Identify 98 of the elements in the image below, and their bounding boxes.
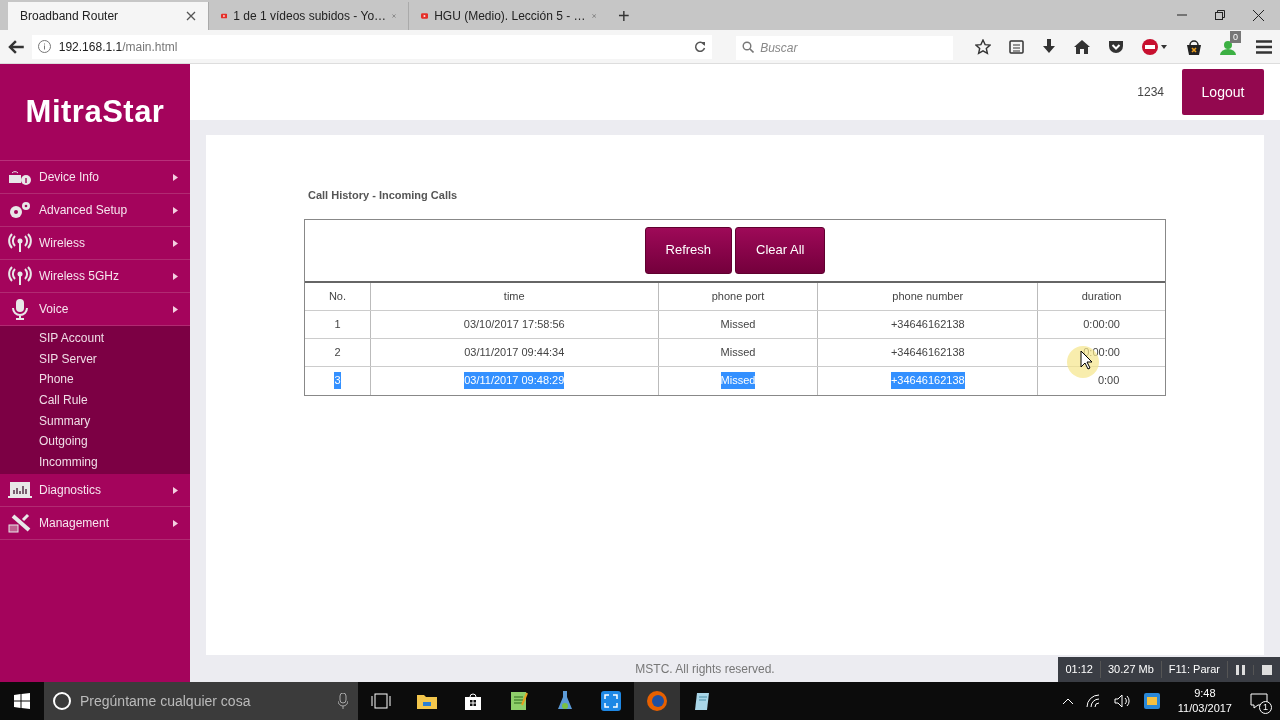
table-cell-text: 03/11/2017 09:44:34 (464, 344, 565, 360)
url-path: /main.html (122, 39, 178, 54)
recorder-hotkey: F11: Parar (1161, 661, 1228, 678)
windows-logo-icon[interactable] (14, 693, 30, 709)
table-cell-text: Missed (720, 316, 756, 332)
table-cell-text: 03/10/2017 17:58:56 (463, 316, 565, 332)
chart-monitor-icon (8, 480, 32, 501)
table-cell: +34646162138 (890, 372, 965, 389)
close-icon[interactable] (186, 11, 196, 21)
arrow-icon (173, 173, 178, 181)
new-tab-button[interactable]: + (608, 2, 640, 30)
tools-icon (8, 513, 32, 534)
clock-date: 11/03/2017 (1177, 701, 1232, 716)
table-cell-text: +34646162138 (890, 344, 965, 360)
search-icon (742, 40, 755, 53)
column-header: phone port (658, 282, 819, 310)
back-arrow-icon[interactable] (8, 39, 24, 54)
notification-badge: 0 (1230, 30, 1241, 43)
wifi-icon[interactable] (1085, 694, 1102, 708)
table-cell: 03/11/2017 09:48:29 (464, 372, 565, 389)
submenu-item[interactable]: Call Rule (0, 389, 190, 411)
reading-list-icon[interactable] (1009, 39, 1024, 54)
video-logo-icon (421, 10, 429, 22)
adblock-icon[interactable] (1142, 38, 1168, 55)
table-cell-text: 2 (334, 344, 341, 360)
folder-icon[interactable] (417, 693, 437, 709)
column-header: time (370, 282, 659, 310)
shopping-bag-icon[interactable] (464, 692, 482, 710)
app-tray-icon[interactable] (1143, 693, 1160, 709)
caret-up-icon[interactable] (1061, 697, 1074, 705)
home-icon[interactable] (1074, 39, 1090, 54)
action-button[interactable]: Clear All (735, 226, 826, 274)
info-icon (37, 40, 51, 53)
bottle-icon[interactable] (557, 691, 573, 711)
task-view-icon[interactable] (371, 693, 391, 709)
url-host: 192.168.1.1 (58, 39, 123, 54)
column-header: No. (305, 282, 371, 310)
restore-icon[interactable] (1215, 10, 1225, 20)
address-field[interactable]: 192.168.1.1/main.html (31, 34, 713, 59)
reload-icon[interactable] (694, 40, 707, 53)
browser-tab[interactable]: Broadband Router (8, 2, 208, 30)
user-icon[interactable] (1220, 38, 1238, 55)
pocket-icon[interactable] (1108, 39, 1124, 54)
arrow-icon (173, 486, 178, 494)
gears-icon (8, 200, 32, 220)
column-header: phone number (818, 282, 1039, 310)
recorder-size: 30.27 Mb (1100, 661, 1162, 678)
arrow-icon (173, 206, 178, 214)
submenu-item[interactable]: Phone (0, 369, 190, 390)
browser-globe-icon[interactable] (646, 690, 668, 712)
download-icon[interactable] (1042, 39, 1056, 54)
clock-time: 9:48 (1194, 686, 1216, 701)
tab-title: Broadband Router (20, 8, 120, 25)
column-header: duration (1080, 288, 1123, 304)
submenu-item[interactable]: SIP Account (0, 328, 190, 349)
recorder-time: 01:12 (1058, 661, 1101, 678)
table-cell: 3 (334, 372, 341, 389)
speaker-icon[interactable] (1113, 694, 1132, 708)
submenu-item[interactable]: Outgoing (0, 430, 190, 452)
table-cell-text: 0:00:00 (1083, 316, 1120, 332)
search-field[interactable]: Buscar (736, 35, 953, 60)
menu-icon[interactable] (1256, 39, 1272, 54)
taskbar-search-field[interactable]: Pregúntame cualquier cosa (44, 682, 358, 720)
document-icon[interactable] (694, 691, 712, 711)
notification-count: 1 (1259, 701, 1272, 714)
antenna-icon (8, 266, 32, 286)
arrow-icon (173, 239, 178, 247)
submenu-item[interactable]: Incomming (0, 451, 190, 473)
star-icon[interactable] (975, 38, 991, 55)
table-cell-text: 1 (334, 316, 341, 332)
table-cell-text: 0:00 (1097, 373, 1120, 389)
tab-title: HGU (Medio). Lección 5 - … (434, 8, 586, 25)
arrow-icon (173, 305, 178, 313)
logout-button[interactable]: Logout (1182, 69, 1264, 115)
section-title: Call History - Incoming Calls (308, 188, 459, 203)
tab-title: 1 de 1 vídeos subidos - Yo… (233, 8, 387, 25)
table-cell-text: Missed (720, 344, 756, 360)
arrow-icon (173, 272, 178, 280)
table-cell: Missed (720, 372, 756, 389)
pause-icon[interactable] (1236, 664, 1245, 675)
circle-icon (52, 691, 72, 711)
shopping-bag-icon[interactable] (1186, 38, 1202, 55)
close-icon[interactable] (1253, 9, 1264, 21)
logo: MitraStar (25, 92, 165, 131)
submenu-item[interactable]: Summary (0, 410, 190, 431)
table-cell-text: 0:00:00 (1083, 344, 1120, 360)
notepad-icon[interactable] (510, 691, 528, 711)
footer-text: MSTC. All rights reserved. (635, 661, 775, 678)
antenna-icon (8, 233, 32, 253)
submenu-item[interactable]: SIP Server (0, 348, 190, 370)
stop-icon[interactable] (1262, 664, 1272, 675)
action-button[interactable]: Refresh (644, 226, 733, 274)
microphone-icon[interactable] (338, 693, 348, 709)
arrow-icon (173, 519, 178, 527)
user-name: 1234 (1137, 84, 1164, 101)
table-cell-text: +34646162138 (890, 316, 965, 332)
screen-capture-icon[interactable] (601, 691, 621, 711)
notification-icon[interactable] (1250, 693, 1268, 709)
